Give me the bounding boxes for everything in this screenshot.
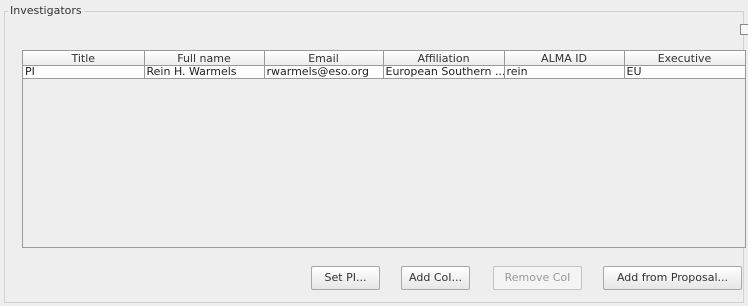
column-header-email[interactable]: Email [264, 51, 384, 66]
cell-title[interactable]: PI [23, 65, 145, 79]
cell-alma-id[interactable]: rein [504, 65, 625, 79]
add-from-proposal-button[interactable]: Add from Proposal... [603, 266, 742, 290]
cell-executive[interactable]: EU [624, 65, 745, 79]
column-header-full-name[interactable]: Full name [144, 51, 265, 66]
table-header-row: Title Full name Email Affiliation ALMA I… [23, 51, 745, 66]
panel-title: Investigators [8, 4, 84, 17]
column-header-alma-id[interactable]: ALMA ID [504, 51, 625, 66]
cell-email[interactable]: rwarmels@eso.org [264, 65, 384, 79]
column-header-affiliation[interactable]: Affiliation [383, 51, 505, 66]
cell-full-name[interactable]: Rein H. Warmels [144, 65, 265, 79]
cell-affiliation[interactable]: European Southern ... [383, 65, 505, 79]
panel-corner-checkbox[interactable] [740, 24, 748, 35]
set-pi-button[interactable]: Set PI... [311, 266, 380, 290]
add-coi-button[interactable]: Add CoI... [401, 266, 470, 290]
column-header-executive[interactable]: Executive [624, 51, 745, 66]
column-header-title[interactable]: Title [23, 51, 145, 66]
remove-coi-button[interactable]: Remove CoI [493, 266, 582, 290]
investigators-table[interactable]: Title Full name Email Affiliation ALMA I… [22, 50, 746, 248]
table-row[interactable]: PI Rein H. Warmels rwarmels@eso.org Euro… [23, 65, 745, 79]
